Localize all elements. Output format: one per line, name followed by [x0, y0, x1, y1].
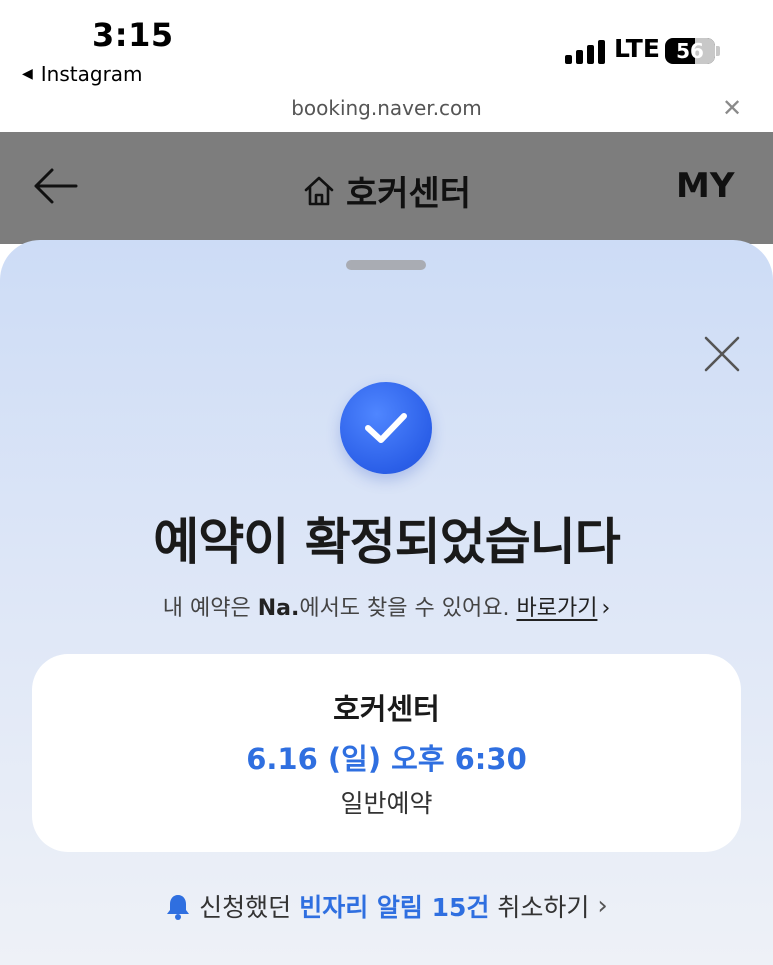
page-title-wrap[interactable]: 호커센터 — [0, 166, 773, 215]
battery-tip — [716, 46, 720, 56]
home-icon — [304, 176, 334, 205]
clock: 3:15 — [92, 16, 174, 54]
sheet-grabber[interactable] — [346, 260, 426, 270]
notice-action: 취소하기 — [497, 893, 590, 922]
hint-text-after: 에서도 찾을 수 있어요. — [299, 596, 510, 621]
back-app-label: Instagram — [40, 62, 143, 86]
bell-icon — [167, 895, 190, 920]
my-reservation-hint: 내 예약은 Na.에서도 찾을 수 있어요. 바로가기 › — [0, 590, 773, 622]
confirmation-headline: 예약이 확정되었습니다 — [153, 513, 620, 571]
confirmation-sheet: 예약이 확정되었습니다 내 예약은 Na.에서도 찾을 수 있어요. 바로가기 ›… — [0, 240, 773, 965]
reservation-place: 호커센터 — [333, 692, 440, 726]
reservation-datetime: 6.16 (일) 오후 6:30 — [246, 742, 527, 776]
my-button[interactable]: MY — [676, 166, 734, 206]
close-sheet-icon[interactable] — [702, 334, 742, 374]
cancel-vacancy-alerts-link[interactable]: 신청했던 빈자리 알림 15건 취소하기 › — [0, 888, 773, 924]
url-bar: booking.naver.com ✕ — [0, 92, 773, 132]
hint-text-before: 내 예약은 — [162, 596, 258, 621]
notice-highlight: 빈자리 알림 15건 — [299, 893, 490, 922]
status-bar: 3:15 ◀ Instagram LTE 56 — [0, 0, 773, 92]
battery-level: 56 — [676, 39, 704, 63]
chevron-right-icon: › — [597, 891, 608, 921]
network-type: LTE — [614, 34, 660, 63]
page-title: 호커센터 — [345, 174, 472, 214]
page-header: 호커센터 MY — [0, 132, 773, 244]
close-browser-icon[interactable]: ✕ — [722, 94, 742, 122]
url-text[interactable]: booking.naver.com — [0, 96, 773, 120]
notice-prefix: 신청했던 — [199, 893, 292, 922]
chevron-right-icon[interactable]: › — [601, 596, 610, 621]
brand-na: Na. — [257, 596, 300, 621]
reservation-type: 일반예약 — [340, 789, 433, 818]
check-circle-icon — [340, 382, 432, 474]
go-now-link[interactable]: 바로가기 — [516, 596, 597, 621]
back-to-app-button[interactable]: ◀ Instagram — [22, 62, 143, 86]
reservation-card[interactable]: 호커센터 6.16 (일) 오후 6:30 일반예약 — [32, 654, 741, 852]
cellular-signal-icon — [565, 38, 605, 64]
battery-icon: 56 — [665, 38, 715, 64]
back-triangle-icon: ◀ — [22, 66, 33, 82]
